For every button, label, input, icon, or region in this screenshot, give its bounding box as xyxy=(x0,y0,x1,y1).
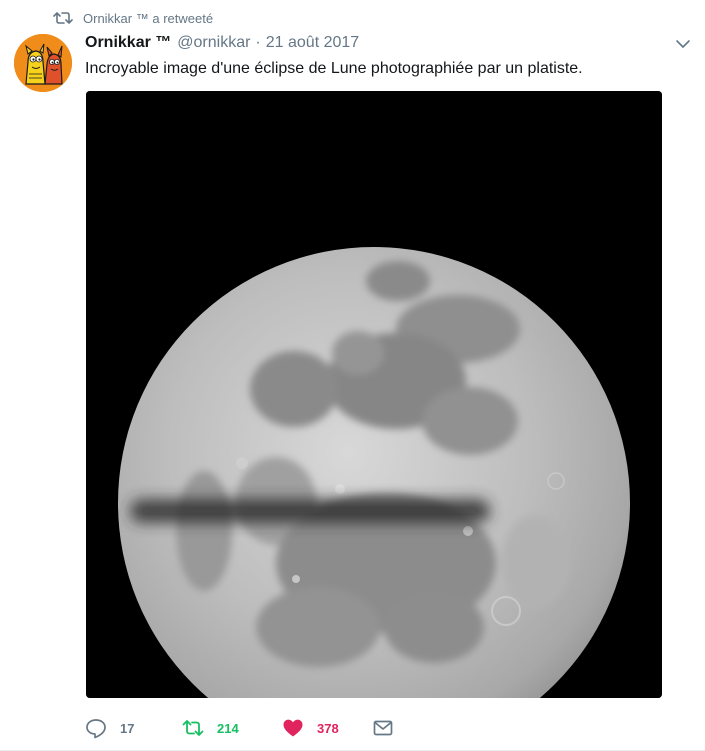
reply-button[interactable]: 17 xyxy=(85,716,182,740)
tweet: Ornikkar ™ a retweeté Ornikkar ™ @ornikk… xyxy=(0,0,705,751)
earth-shadow-band xyxy=(130,499,490,523)
retweet-icon xyxy=(53,10,73,26)
tweet-photo[interactable] xyxy=(86,91,662,698)
tweet-text: Incroyable image d'une éclipse de Lune p… xyxy=(85,60,583,77)
tweet-header: Ornikkar ™ @ornikkar · 21 août 2017 xyxy=(85,32,359,54)
reply-icon xyxy=(85,717,107,739)
retweet-icon xyxy=(182,717,204,739)
header-separator: · xyxy=(255,34,261,51)
tweet-actions: 17 214 378 xyxy=(85,716,394,740)
retweeter-name[interactable]: Ornikkar ™ xyxy=(83,11,149,26)
chevron-down-icon[interactable] xyxy=(675,36,691,52)
author-fullname[interactable]: Ornikkar ™ xyxy=(85,34,171,52)
retweet-button[interactable]: 214 xyxy=(182,716,282,740)
like-count: 378 xyxy=(317,720,339,736)
envelope-icon xyxy=(372,717,394,739)
heart-icon xyxy=(282,717,304,739)
tweet-timestamp[interactable]: 21 août 2017 xyxy=(266,34,359,52)
avatar[interactable] xyxy=(14,34,72,92)
reply-count: 17 xyxy=(120,720,135,736)
like-button[interactable]: 378 xyxy=(282,716,372,740)
author-username[interactable]: @ornikkar xyxy=(177,34,250,52)
direct-message-button[interactable] xyxy=(372,716,394,740)
retweet-count: 214 xyxy=(217,720,239,736)
retweet-context: Ornikkar ™ a retweeté xyxy=(53,8,213,28)
retweet-action-text: a retweeté xyxy=(148,10,214,26)
